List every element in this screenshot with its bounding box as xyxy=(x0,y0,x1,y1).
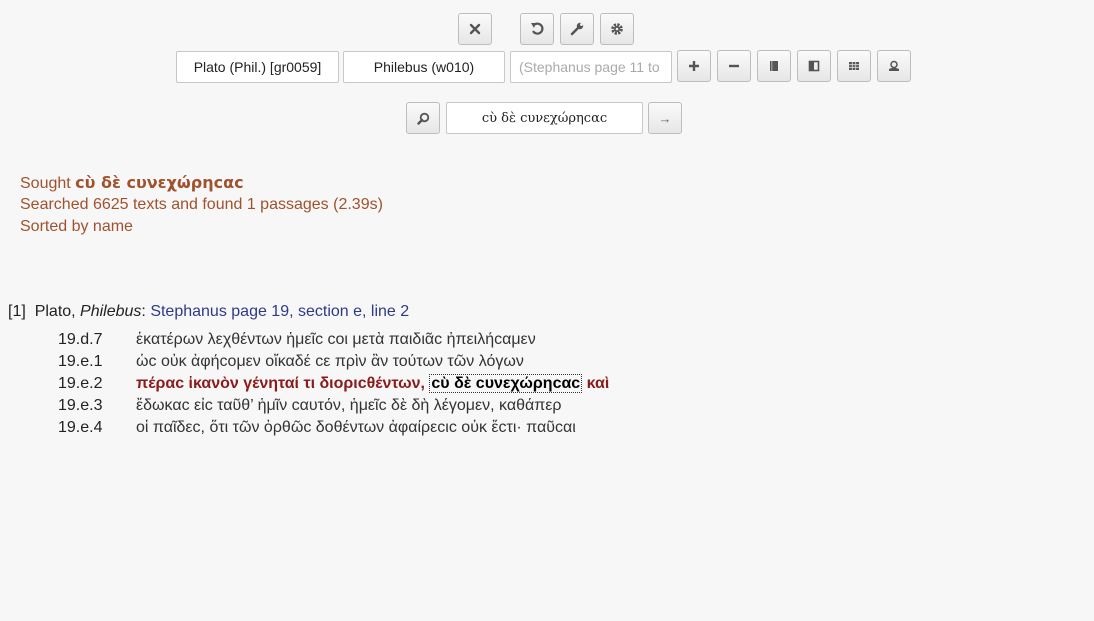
close-button[interactable] xyxy=(458,13,492,45)
minus-icon xyxy=(728,60,740,72)
arrow-right-icon: → xyxy=(658,110,672,126)
grid-view-button[interactable] xyxy=(837,50,871,82)
line-ref: 19.e.2 xyxy=(58,375,103,392)
line-text: πέραc ἱκανὸν γένηταί τι διοριcθέντων, cὺ… xyxy=(136,373,609,395)
tools-button[interactable] xyxy=(560,13,594,45)
plus-icon xyxy=(688,60,700,72)
passage-line: 19.d.7 ἑκατέρων λεχθέντων ἡμεῖc coι μετὰ… xyxy=(58,329,609,351)
undo-button[interactable] xyxy=(520,13,554,45)
split-book-icon xyxy=(808,60,820,72)
line-ref: 19.e.3 xyxy=(58,397,103,414)
line-text-post: καὶ xyxy=(582,375,610,392)
sorted-line: Sorted by name xyxy=(20,218,133,235)
passage-line: 19.e.3 ἔδωκαc εἰc ταῦθ’ ἡμῖν cαυτόν, ἡμε… xyxy=(58,395,609,417)
passage-line-hit: 19.e.2 πέραc ἱκανὸν γένηταί τι διοριcθέν… xyxy=(58,373,609,395)
line-text: ἔδωκαc εἰc ταῦθ’ ἡμῖν cαυτόν, ἡμεῖc δὲ δ… xyxy=(136,397,562,414)
wrench-icon xyxy=(570,22,584,36)
close-icon xyxy=(469,23,481,35)
line-text: ὡc οὐκ ἀφήcομεν οἴκαδέ cε πρὶν ἂν τούτων… xyxy=(136,353,524,370)
line-ref: 19.d.7 xyxy=(58,331,103,348)
book-icon xyxy=(768,60,780,72)
work-selector[interactable]: Philebus (w010) xyxy=(343,51,505,83)
result-index: [1] xyxy=(8,303,26,320)
searched-line: Searched 6625 texts and found 1 passages… xyxy=(20,196,383,213)
passage-lines: 19.d.7 ἑκατέρων λεχθέντων ἡμεῖc coι μετὰ… xyxy=(58,329,609,439)
remove-button[interactable] xyxy=(717,50,751,82)
result-author: Plato, xyxy=(34,303,81,320)
sought-term: cὺ δὲ cυνεχώρηcαc xyxy=(75,173,244,192)
settings-button[interactable] xyxy=(600,13,634,45)
add-button[interactable] xyxy=(677,50,711,82)
result-sep: : xyxy=(141,303,151,320)
result-header: [1] Plato, Philebus: Stephanus page 19, … xyxy=(8,301,409,323)
passage-line: 19.e.1 ὡc οὐκ ἀφήcομεν οἴκαδέ cε πρὶν ἂν… xyxy=(58,351,609,373)
line-ref: 19.e.4 xyxy=(58,419,103,436)
result-location-link[interactable]: Stephanus page 19, section e, line 2 xyxy=(150,303,409,320)
result-work: Philebus xyxy=(80,303,142,320)
undo-icon xyxy=(530,22,544,36)
browse-button[interactable] xyxy=(757,50,791,82)
line-text-pre: πέραc ἱκανὸν γένηταί τι διοριcθέντων, xyxy=(136,375,430,392)
search-icon xyxy=(416,112,430,125)
search-input[interactable] xyxy=(446,102,643,134)
author-selector[interactable]: Plato (Phil.) [gr0059] xyxy=(176,51,339,83)
passage-line: 19.e.4 οἱ παῖδεc, ὅτι τῶν ὀρθῶc δοθέντων… xyxy=(58,417,609,439)
sought-line: Sought cὺ δὲ cυνεχώρηcαc xyxy=(20,172,244,195)
user-button[interactable] xyxy=(877,50,911,82)
sought-label: Sought xyxy=(20,175,76,192)
line-text: ἑκατέρων λεχθέντων ἡμεῖc coι μετὰ παιδιᾶ… xyxy=(136,331,536,348)
match-highlight: cὺ δὲ cυνεχώρηcαc xyxy=(429,374,583,393)
go-button[interactable]: → xyxy=(648,102,682,134)
grid-icon xyxy=(848,60,860,72)
split-view-button[interactable] xyxy=(797,50,831,82)
line-ref: 19.e.1 xyxy=(58,353,103,370)
user-icon xyxy=(888,60,900,72)
line-text: οἱ παῖδεc, ὅτι τῶν ὀρθῶc δοθέντων ἀφαίρε… xyxy=(136,419,576,436)
passage-selector[interactable]: (Stephanus page 11 to xyxy=(510,51,672,83)
search-button[interactable] xyxy=(406,102,440,134)
gear-icon xyxy=(610,22,624,36)
